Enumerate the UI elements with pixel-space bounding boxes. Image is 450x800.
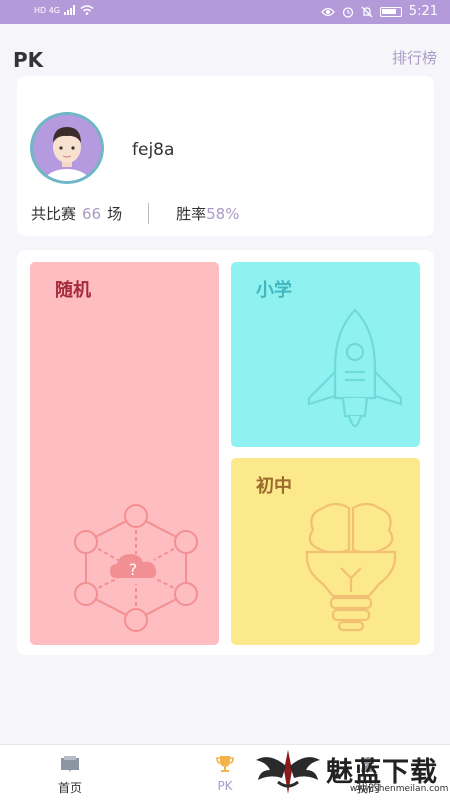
win-rate-label: 胜率 bbox=[176, 205, 207, 223]
mode-random-card[interactable]: 随机 ? bbox=[30, 262, 219, 645]
alarm-icon bbox=[342, 6, 353, 18]
signal-icon bbox=[64, 5, 76, 15]
total-matches-label: 共比赛 bbox=[31, 205, 77, 223]
watermark: 魅蓝下载 www.shenmeilan.com bbox=[252, 744, 450, 800]
wifi-icon bbox=[80, 5, 94, 15]
tab-home[interactable]: 首页 bbox=[52, 755, 88, 796]
status-right: 5:21 bbox=[320, 4, 438, 19]
mode-primary-label: 小学 bbox=[256, 280, 292, 301]
profile-card: fej8a 共比赛 66 场 胜率 58% bbox=[17, 76, 434, 236]
brain-bulb-icon bbox=[305, 502, 397, 632]
tab-pk[interactable]: PK bbox=[207, 755, 243, 793]
home-book-icon bbox=[61, 756, 79, 772]
total-matches-count: 66 bbox=[82, 204, 102, 223]
network-question-icon: ? bbox=[74, 504, 198, 632]
stats-row: 共比赛 66 场 胜率 58% bbox=[31, 203, 239, 224]
rocket-icon bbox=[307, 308, 403, 428]
page-title: PK bbox=[13, 48, 44, 72]
win-rate-value: 58% bbox=[206, 204, 240, 223]
tab-pk-label: PK bbox=[217, 779, 233, 793]
eye-icon bbox=[320, 7, 335, 16]
question-glyph: ? bbox=[129, 560, 138, 579]
dragon-logo-icon bbox=[256, 750, 320, 794]
avatar[interactable] bbox=[30, 112, 104, 184]
avatar-illustration bbox=[45, 127, 89, 181]
trophy-icon bbox=[216, 756, 234, 772]
username: fej8a bbox=[132, 140, 175, 160]
status-time: 5:21 bbox=[408, 4, 438, 19]
total-matches-unit: 场 bbox=[107, 205, 123, 223]
watermark-url: www.shenmeilan.com bbox=[350, 784, 449, 794]
battery-icon bbox=[379, 6, 402, 17]
modes-card: 随机 ? 小学 初中 bbox=[17, 250, 434, 655]
mode-junior-card[interactable]: 初中 bbox=[231, 458, 420, 645]
network-text: HD 4G bbox=[34, 5, 61, 15]
mute-icon bbox=[361, 6, 373, 17]
mode-primary-card[interactable]: 小学 bbox=[231, 262, 420, 447]
mode-random-label: 随机 bbox=[55, 280, 91, 301]
mode-junior-label: 初中 bbox=[256, 476, 292, 497]
stats-divider bbox=[148, 203, 150, 224]
status-bar: HD 4G 5:21 bbox=[0, 0, 450, 24]
status-left: HD 4G bbox=[34, 5, 94, 15]
tab-home-label: 首页 bbox=[57, 781, 82, 795]
leaderboard-link[interactable]: 排行榜 bbox=[392, 47, 437, 68]
